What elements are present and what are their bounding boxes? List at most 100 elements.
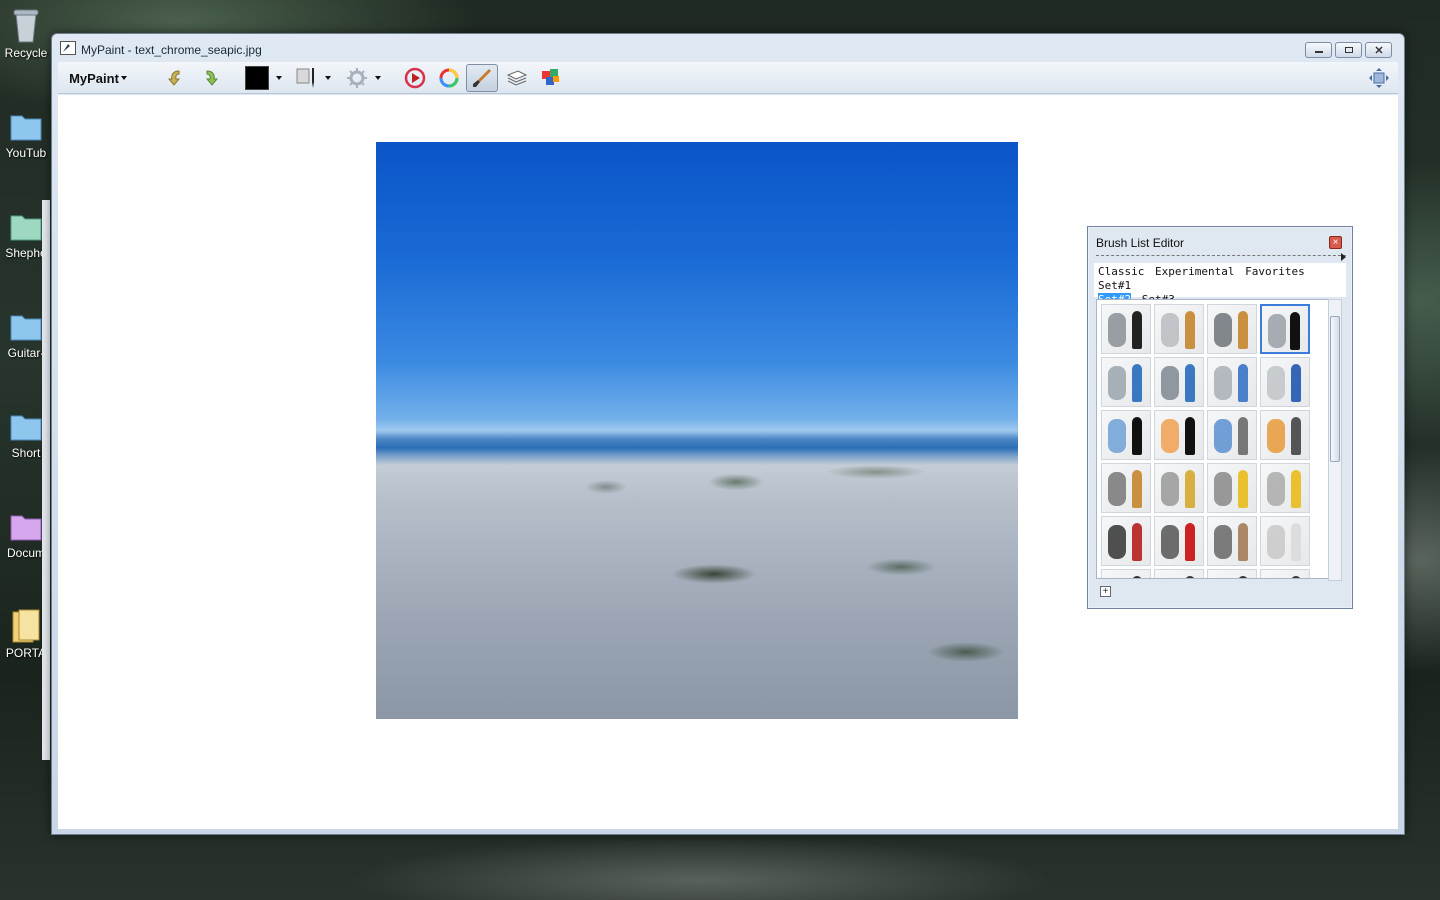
folder-icon <box>10 315 42 341</box>
brush-item[interactable] <box>1154 463 1204 513</box>
color-triangle-button[interactable] <box>402 66 428 90</box>
brush-tool-icon <box>1238 470 1248 508</box>
brush-stroke-preview <box>1214 472 1232 506</box>
chevron-down-icon <box>375 76 381 80</box>
brush-item[interactable] <box>1207 516 1257 566</box>
panel-title: Brush List Editor <box>1096 236 1185 250</box>
brush-tool-icon <box>1291 470 1301 508</box>
brush-item[interactable] <box>1101 410 1151 460</box>
brush-item[interactable] <box>1101 569 1151 578</box>
brush-tool-icon <box>1238 364 1248 402</box>
color-palette-button[interactable] <box>538 66 564 90</box>
brush-item[interactable] <box>1154 410 1204 460</box>
brush-item[interactable] <box>1260 357 1310 407</box>
group-tab-favorites[interactable]: Favorites <box>1245 265 1305 278</box>
brush-item[interactable] <box>1154 304 1204 354</box>
scroll-right-icon[interactable] <box>1341 253 1346 261</box>
folder-icon <box>10 415 42 441</box>
brush-tool-icon <box>1290 312 1300 350</box>
brush-tool-icon <box>1185 470 1195 508</box>
minimize-button[interactable] <box>1305 42 1332 58</box>
desktop-icon-label: Recycle <box>4 46 48 60</box>
fullscreen-button[interactable] <box>1366 66 1392 90</box>
brush-item[interactable] <box>1260 463 1310 513</box>
layers-button[interactable] <box>504 66 530 90</box>
redo-button[interactable] <box>198 66 222 90</box>
brush-stroke-preview <box>1108 366 1126 400</box>
add-brush-button[interactable]: + <box>1100 586 1111 597</box>
brush-tool-icon <box>1238 523 1248 561</box>
group-tab-experimental[interactable]: Experimental <box>1155 265 1234 278</box>
color-selector-button[interactable] <box>244 66 284 90</box>
brush-tool-icon <box>1238 311 1248 349</box>
minimize-icon <box>1314 51 1323 53</box>
redo-icon <box>205 70 219 86</box>
brush-tool-icon <box>1132 364 1142 402</box>
brush-item[interactable] <box>1101 357 1151 407</box>
undo-button[interactable] <box>164 66 188 90</box>
window-title: MyPaint - text_chrome_seapic.jpg <box>81 43 262 57</box>
brush-settings-button[interactable] <box>294 66 334 90</box>
brush-item[interactable] <box>1101 516 1151 566</box>
brush-item[interactable] <box>1154 569 1204 578</box>
chevron-down-icon <box>325 76 331 80</box>
brush-item[interactable] <box>1101 463 1151 513</box>
brush-stroke-preview <box>1214 366 1232 400</box>
brush-tool-icon <box>1291 523 1301 561</box>
brush-list <box>1096 299 1332 579</box>
brush-stroke-preview <box>1214 419 1232 453</box>
main-toolbar: MyPaint <box>58 62 1398 94</box>
brush-item[interactable] <box>1207 304 1257 354</box>
brush-list-scrollbar[interactable] <box>1328 299 1342 581</box>
brush-modifier-icon <box>347 68 367 88</box>
mypaint-menu-button[interactable]: MyPaint <box>64 66 134 90</box>
brush-modifier-button[interactable] <box>344 66 384 90</box>
title-bar[interactable]: MyPaint - text_chrome_seapic.jpg <box>52 34 1404 62</box>
brush-list-editor-panel: Brush List Editor × Classic Experimental… <box>1087 226 1353 609</box>
brush-stroke-preview <box>1267 525 1285 559</box>
folder-icon <box>12 609 40 643</box>
close-button[interactable] <box>1365 42 1392 58</box>
color-ring-button[interactable] <box>436 66 462 90</box>
group-tab-classic[interactable]: Classic <box>1098 265 1144 278</box>
desktop-icon-label: YouTub <box>5 146 47 160</box>
close-icon: × <box>1332 237 1339 248</box>
brush-item[interactable] <box>1207 410 1257 460</box>
brush-stroke-preview <box>1161 366 1179 400</box>
group-tab-set1[interactable]: Set#1 <box>1098 279 1131 292</box>
brush-stroke-preview <box>1161 419 1179 453</box>
brush-group-tabs: Classic Experimental Favorites Set#1 Set… <box>1094 263 1346 306</box>
brush-stroke-preview <box>1108 419 1126 453</box>
brush-stroke-preview <box>1108 525 1126 559</box>
brush-tool-icon <box>1185 576 1195 578</box>
brush-item[interactable] <box>1154 516 1204 566</box>
brush-item[interactable] <box>1260 516 1310 566</box>
brush-item[interactable] <box>1260 304 1310 354</box>
brush-stroke-preview <box>1108 472 1126 506</box>
folder-icon <box>10 515 42 541</box>
maximize-button[interactable] <box>1335 42 1362 58</box>
brush-item[interactable] <box>1207 569 1257 579</box>
brush-item[interactable] <box>1207 357 1257 407</box>
brush-stroke-preview <box>1267 419 1285 453</box>
scrollbar-thumb[interactable] <box>1330 316 1340 462</box>
desktop-icon-youtube[interactable]: YouTub <box>0 102 52 172</box>
maximize-icon <box>1344 47 1353 53</box>
brush-item[interactable] <box>1260 569 1310 578</box>
desktop-icon-recycle[interactable]: Recycle <box>0 2 52 72</box>
brush-tool-button[interactable] <box>466 64 498 92</box>
brush-tool-icon <box>1291 364 1301 402</box>
brush-tool-icon <box>473 69 491 87</box>
brush-item[interactable] <box>1101 304 1151 354</box>
brush-tool-icon <box>1185 417 1195 455</box>
brush-item[interactable] <box>1154 357 1204 407</box>
brush-item[interactable] <box>1260 410 1310 460</box>
brush-stroke-preview <box>1214 525 1232 559</box>
close-panel-button[interactable]: × <box>1329 236 1342 249</box>
brush-tool-icon <box>1132 523 1142 561</box>
brush-tool-icon <box>1238 576 1248 578</box>
brush-item[interactable] <box>1207 463 1257 513</box>
color-triangle-icon <box>404 67 426 89</box>
brush-stroke-preview <box>1214 578 1232 579</box>
brush-tool-icon <box>1291 576 1301 578</box>
